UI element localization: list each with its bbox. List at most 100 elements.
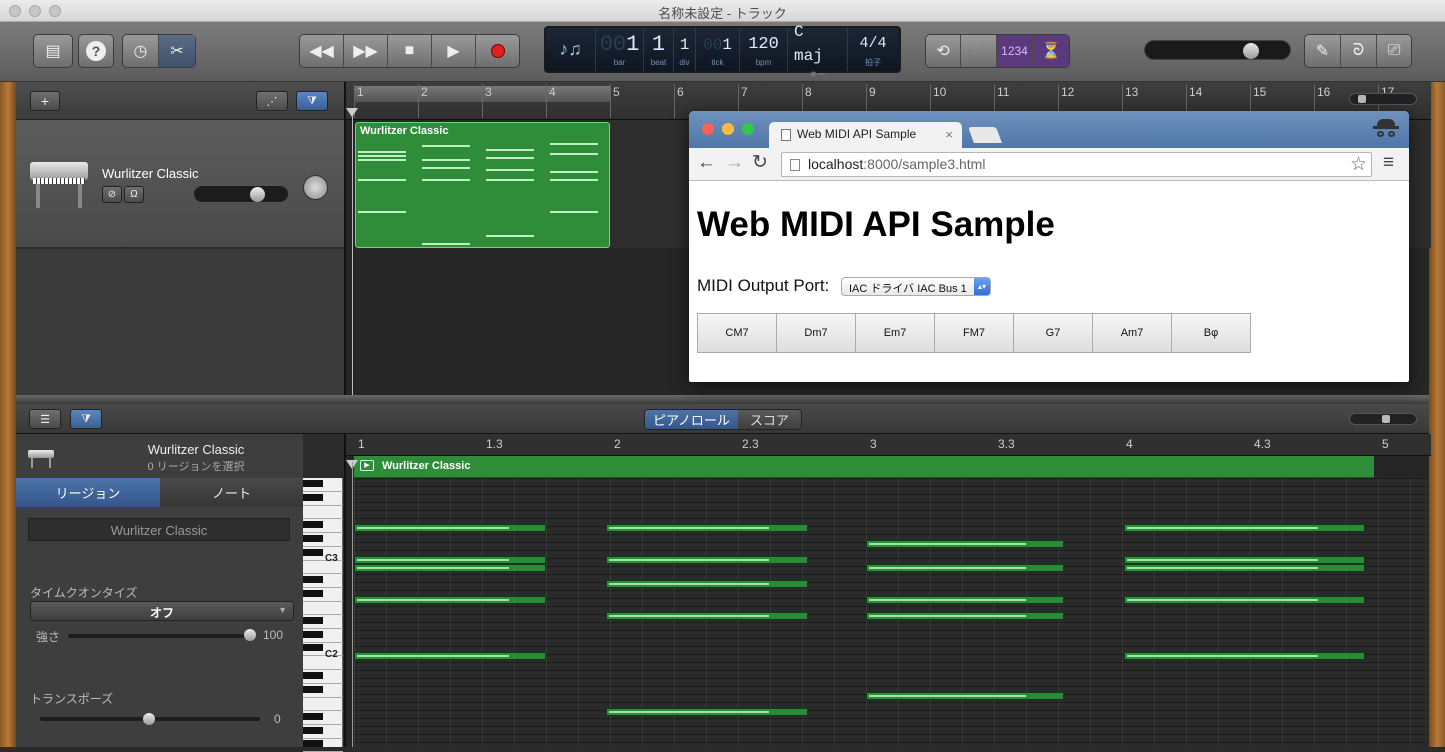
midi-note[interactable] [606,708,808,716]
lcd-mode-icon[interactable]: ♪♫ [546,28,596,71]
inspector-toggle-button[interactable]: ☰ [29,409,61,429]
midi-note[interactable] [866,564,1064,572]
track-row[interactable]: Wurlitzer Classic ⊘ Ω [16,120,344,248]
editor-playhead[interactable] [352,462,353,747]
record-button[interactable] [476,35,519,67]
chord-button[interactable]: FM7 [934,313,1014,353]
black-key[interactable] [303,617,323,624]
arrange-zoom-slider[interactable] [1349,93,1417,105]
back-icon[interactable]: ← [697,152,716,174]
automation-button[interactable]: ⋰ [256,91,288,111]
playhead-handle[interactable] [346,108,358,117]
black-key[interactable] [303,685,323,693]
editor-catch-button[interactable]: ⧩ [70,409,102,429]
pane-splitter[interactable] [16,395,1429,404]
library-button[interactable]: ▤ [33,34,73,68]
solo-button[interactable]: Ω [124,186,144,203]
chord-button[interactable]: Em7 [855,313,935,353]
lcd-display[interactable]: ♪♫ 001 bar 1 beat 1 div 001 tick 120 bpm C ma… [544,23,901,79]
catch-button[interactable]: ⧩ [296,91,328,111]
midi-note[interactable] [354,652,546,660]
piano-roll[interactable]: 1 1.3 2 2.3 3 3.3 4 4.3 5 ▶ Wurlitzer Classic [344,434,1431,747]
tuner-button[interactable]: ⟋ [961,35,997,67]
tab-region[interactable]: リージョン [16,478,160,507]
midi-note[interactable] [606,524,808,532]
browser-tab[interactable]: Web MIDI API Sample × [769,122,962,148]
help-button[interactable]: ? [78,34,114,68]
address-bar[interactable]: localhost:8000/sample3.html ☆ [781,152,1372,177]
black-key[interactable] [303,521,323,529]
black-key[interactable] [303,493,323,501]
midi-note[interactable] [1124,524,1365,532]
mute-button[interactable]: ⊘ [102,186,122,203]
strength-knob[interactable] [244,629,256,641]
menu-icon[interactable]: ≡ [1383,152,1394,174]
metronome-button[interactable]: ⏳ [1033,35,1069,67]
black-key[interactable] [303,548,323,556]
chord-button[interactable]: CM7 [697,313,777,353]
midi-note[interactable] [866,596,1064,604]
cycle-button[interactable]: ⟲ [926,35,961,67]
reload-icon[interactable]: ↻ [752,151,768,174]
midi-note[interactable] [1124,596,1365,604]
browser-zoom-button[interactable] [742,123,754,135]
smart-controls-button[interactable]: ◷ [123,35,159,67]
master-volume-slider[interactable] [1144,40,1291,60]
midi-note[interactable] [354,564,546,572]
midi-note[interactable] [354,556,546,564]
piano-keyboard[interactable]: C3 C2 [303,478,343,752]
browser-close-button[interactable] [702,123,714,135]
track-name[interactable]: Wurlitzer Classic [102,166,199,181]
fast-forward-button[interactable]: ▶▶ [344,35,388,67]
transpose-knob[interactable] [143,713,155,725]
midi-note[interactable] [1124,652,1365,660]
tab-piano-roll[interactable]: ピアノロール [645,410,738,429]
black-key[interactable] [303,630,323,638]
stop-button[interactable]: ■ [388,35,432,67]
note-grid[interactable] [354,478,1429,747]
browser-minimize-button[interactable] [722,123,734,135]
count-in-button[interactable]: 1234 [997,35,1033,67]
lcd-tempo[interactable]: 120 bpm [740,28,788,71]
notepad-button[interactable]: ✎ [1305,35,1341,67]
tab-score[interactable]: スコア [737,410,801,429]
black-key[interactable] [303,671,323,679]
black-key[interactable] [303,644,323,652]
loop-browser-button[interactable]: ᘐ [1341,35,1377,67]
strength-slider[interactable] [68,634,254,638]
midi-note[interactable] [606,556,808,564]
midi-note[interactable] [866,540,1064,548]
bookmark-star-icon[interactable]: ☆ [1350,153,1367,176]
piano-roll-region-bar[interactable]: ▶ Wurlitzer Classic [354,456,1374,478]
black-key[interactable] [303,589,323,597]
midi-note[interactable] [606,612,808,620]
midi-note[interactable] [1124,556,1365,564]
editors-button[interactable]: ✂ [159,35,195,67]
play-button[interactable]: ▶ [432,35,476,67]
volume-knob[interactable] [1243,43,1259,59]
close-tab-icon[interactable]: × [945,127,953,142]
midi-region[interactable]: Wurlitzer Classic [355,122,610,248]
pan-knob[interactable] [303,175,328,200]
midi-note[interactable] [354,524,546,532]
playhead[interactable] [352,110,353,395]
black-key[interactable] [303,480,323,487]
midi-note[interactable] [354,596,546,604]
midi-note[interactable] [866,612,1064,620]
chord-button[interactable]: Am7 [1092,313,1172,353]
black-key[interactable] [303,740,323,748]
track-volume-knob[interactable] [250,187,265,202]
add-track-button[interactable]: + [30,91,60,111]
rewind-button[interactable]: ◀◀ [300,35,344,67]
midi-note[interactable] [1124,564,1365,572]
black-key[interactable] [303,712,323,720]
new-tab-button[interactable] [968,127,1002,143]
black-key[interactable] [303,534,323,542]
media-browser-button[interactable]: ⎚ [1377,35,1411,67]
region-name-field[interactable]: Wurlitzer Classic [28,518,290,541]
tab-note[interactable]: ノート [160,478,303,507]
chord-button[interactable]: Dm7 [776,313,856,353]
lcd-signature[interactable]: 4/4 拍子 [848,28,898,71]
chord-button[interactable]: G7 [1013,313,1093,353]
forward-icon[interactable]: → [725,152,744,174]
